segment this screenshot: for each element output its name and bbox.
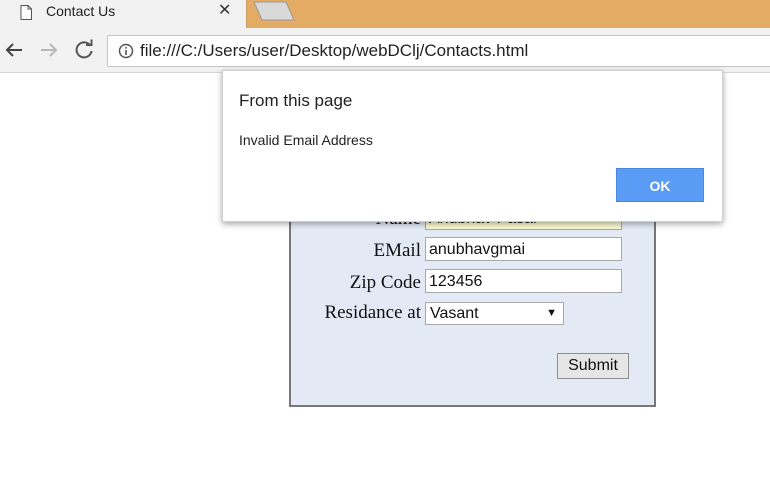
ok-button[interactable]: OK: [616, 168, 704, 202]
email-field[interactable]: anubhavgmai: [425, 237, 622, 261]
contact-form: Name Anubhav Pasal EMail anubhavgmai Zip…: [289, 190, 656, 407]
forward-icon[interactable]: [37, 38, 61, 62]
reload-icon[interactable]: [72, 38, 96, 62]
address-bar[interactable]: file:///C:/Users/user/Desktop/webDClj/Co…: [107, 35, 770, 67]
zip-label: Zip Code: [349, 272, 421, 293]
url-text: file:///C:/Users/user/Desktop/webDClj/Co…: [140, 41, 529, 60]
info-icon[interactable]: [118, 43, 134, 59]
residence-label: Residance at: [324, 302, 421, 323]
residence-select[interactable]: Vasant ▼: [425, 302, 564, 325]
dropdown-arrow-icon: ▼: [546, 307, 557, 319]
tab-strip: Contact Us ✕: [0, 0, 770, 28]
dialog-title: From this page: [239, 91, 353, 110]
email-label: EMail: [373, 240, 422, 261]
back-icon[interactable]: [2, 38, 26, 62]
page-icon: [20, 5, 32, 20]
tab-contact-us[interactable]: Contact Us ✕: [0, 0, 247, 28]
new-tab-button[interactable]: [252, 1, 296, 21]
browser-toolbar: file:///C:/Users/user/Desktop/webDClj/Co…: [0, 28, 770, 73]
zip-field[interactable]: 123456: [425, 269, 622, 293]
tab-title: Contact Us: [46, 3, 116, 19]
close-icon[interactable]: ✕: [218, 1, 231, 21]
dialog-message: Invalid Email Address: [239, 132, 373, 148]
submit-button[interactable]: Submit: [557, 353, 629, 379]
alert-dialog: From this page Invalid Email Address OK: [222, 70, 723, 222]
residence-selected-value: Vasant: [430, 305, 479, 322]
